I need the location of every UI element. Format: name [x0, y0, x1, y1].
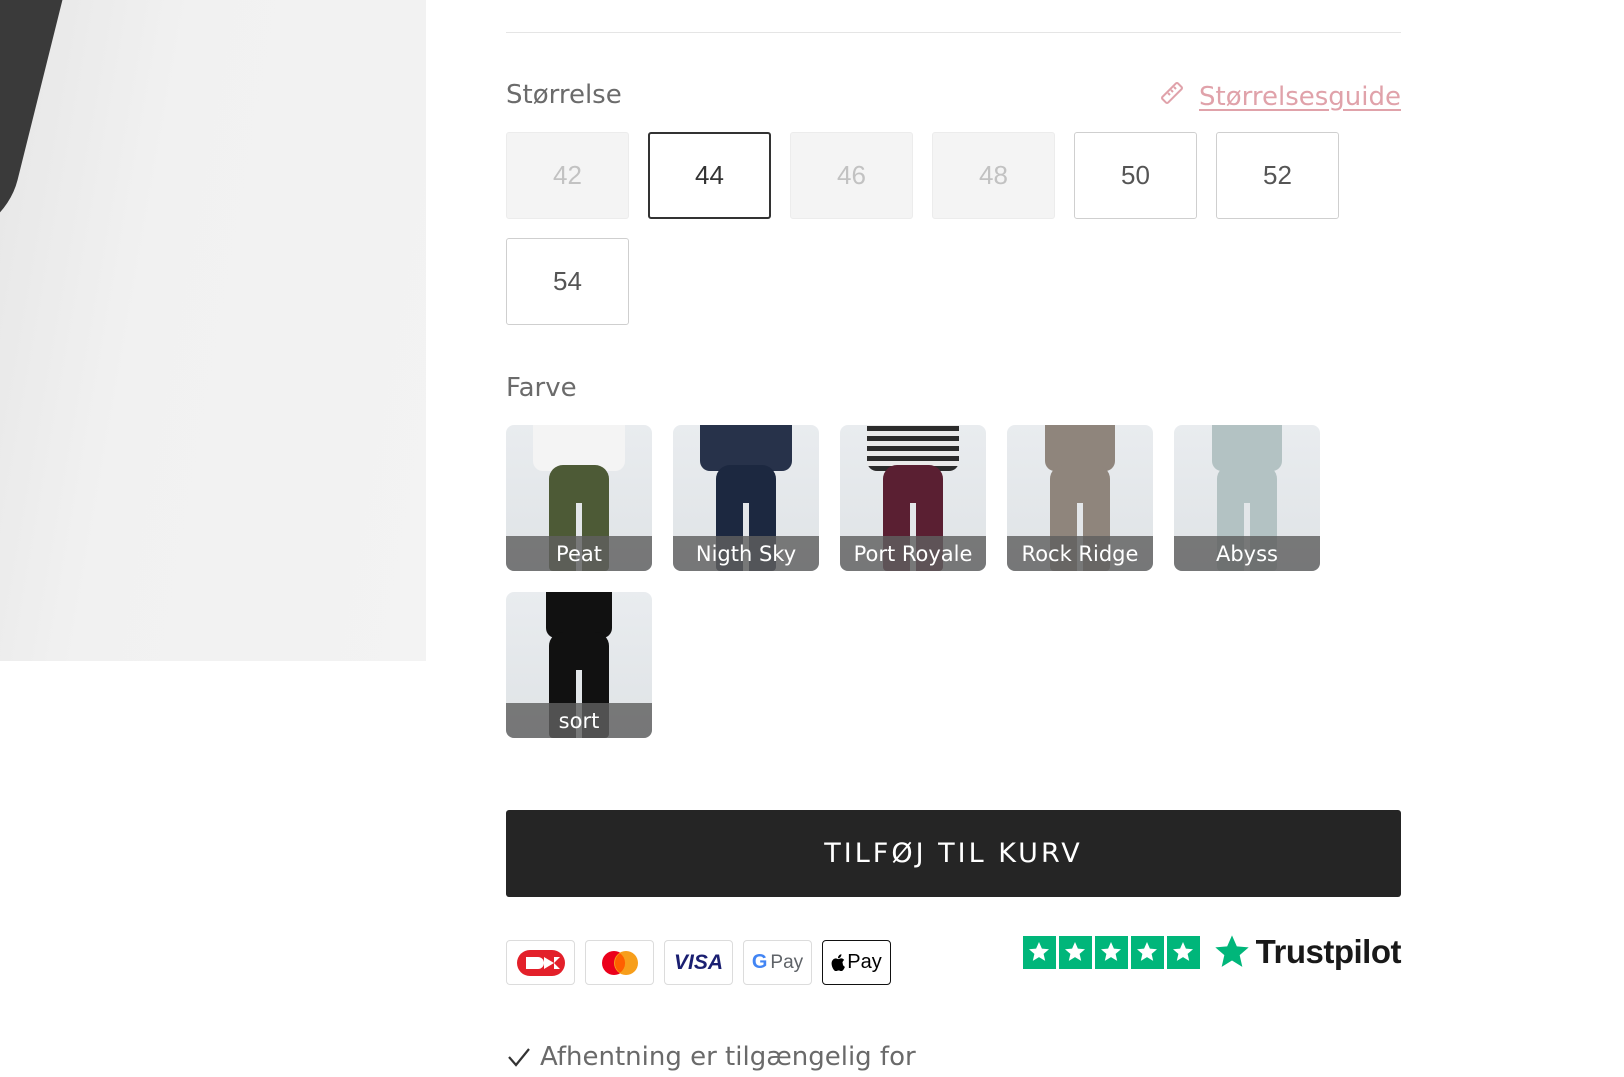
color-swatch-rock-ridge[interactable]: Rock Ridge	[1007, 425, 1153, 571]
add-to-cart-button[interactable]: TILFØJ TIL KURV	[506, 810, 1401, 897]
payment-methods: VISA G Pay Pay	[506, 940, 891, 985]
google-pay-icon: G Pay	[743, 940, 812, 985]
apple-pay-icon: Pay	[822, 940, 891, 985]
trustpilot-logo: Trustpilot	[1212, 932, 1402, 972]
star-icon	[1166, 935, 1200, 969]
swatch-caption: Rock Ridge	[1007, 536, 1153, 571]
color-swatch-peat[interactable]: Peat	[506, 425, 652, 571]
dankort-icon	[506, 940, 575, 985]
size-option-42[interactable]: 42	[506, 132, 629, 219]
pickup-info: Afhentning er tilgængelig for	[506, 1042, 916, 1072]
pickup-text: Afhentning er tilgængelig for	[540, 1042, 916, 1072]
size-option-46[interactable]: 46	[790, 132, 913, 219]
size-option-44[interactable]: 44	[648, 132, 771, 219]
size-guide-label: Størrelsesguide	[1199, 81, 1401, 112]
swatch-caption: Peat	[506, 536, 652, 571]
size-label: Størrelse	[506, 80, 622, 110]
color-swatch-abyss[interactable]: Abyss	[1174, 425, 1320, 571]
color-swatch-nigth-sky[interactable]: Nigth Sky	[673, 425, 819, 571]
mastercard-icon	[585, 940, 654, 985]
color-label: Farve	[506, 373, 577, 403]
swatch-caption: Nigth Sky	[673, 536, 819, 571]
visa-icon: VISA	[664, 940, 733, 985]
color-swatch-sort[interactable]: sort	[506, 592, 652, 738]
star-icon	[1094, 935, 1128, 969]
trustpilot-stars	[1022, 935, 1200, 969]
star-icon	[1022, 935, 1056, 969]
size-option-52[interactable]: 52	[1216, 132, 1339, 219]
swatch-caption: Port Royale	[840, 536, 986, 571]
ruler-icon	[1159, 80, 1185, 113]
checkmark-icon	[508, 1048, 530, 1067]
trustpilot-rating[interactable]: Trustpilot	[1022, 932, 1402, 972]
size-option-48[interactable]: 48	[932, 132, 1055, 219]
divider	[506, 32, 1401, 33]
star-icon	[1058, 935, 1092, 969]
swatch-caption: Abyss	[1174, 536, 1320, 571]
product-garment-edge	[0, 0, 68, 240]
product-image	[0, 0, 426, 661]
size-guide-link[interactable]: Størrelsesguide	[1159, 80, 1401, 113]
star-icon	[1130, 935, 1164, 969]
size-option-54[interactable]: 54	[506, 238, 629, 325]
swatch-caption: sort	[506, 703, 652, 738]
trustpilot-star-icon	[1215, 935, 1249, 967]
color-swatch-port-royale[interactable]: Port Royale	[840, 425, 986, 571]
size-option-50[interactable]: 50	[1074, 132, 1197, 219]
